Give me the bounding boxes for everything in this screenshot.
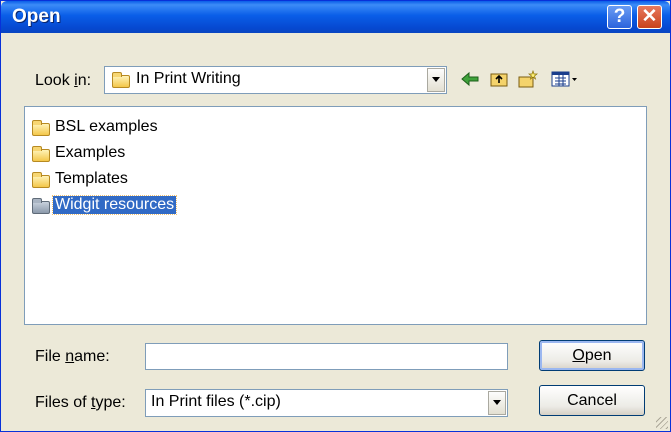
file-name-label-rest: ame: (74, 348, 110, 365)
file-list[interactable]: BSL examples Examples Templates Widgit r… (24, 106, 647, 325)
list-item-label: Examples (55, 144, 126, 161)
file-name-accel: n (65, 348, 75, 365)
file-type-select[interactable]: In Print files (*.cip) (145, 389, 508, 417)
open-button[interactable]: Open (539, 340, 645, 371)
file-name-label: File name: (35, 348, 110, 366)
file-type-label-text: Files of (35, 394, 92, 411)
new-folder-button[interactable] (517, 69, 539, 91)
folder-icon (32, 172, 50, 188)
back-button[interactable] (459, 69, 481, 91)
folder-icon (32, 146, 50, 162)
folder-icon (32, 198, 50, 214)
look-in-label: Look in: (35, 72, 91, 90)
views-menu-button[interactable] (550, 69, 580, 91)
dialog-title: Open (12, 6, 61, 27)
file-name-label-text: File (35, 348, 66, 365)
list-item-label: BSL examples (55, 118, 158, 135)
cancel-label: Cancel (567, 392, 617, 409)
file-type-label: Files of type: (35, 394, 126, 412)
close-button[interactable]: ✕ (637, 5, 662, 29)
folder-icon (112, 72, 130, 88)
list-item-label: Widgit resources (51, 195, 178, 215)
look-in-combo[interactable]: In Print Writing (104, 66, 447, 94)
chevron-down-icon[interactable] (488, 391, 506, 415)
look-in-label-rest: n: (77, 72, 92, 89)
open-label-rest: pen (584, 347, 612, 364)
up-folder-icon (490, 73, 508, 87)
up-folder-button[interactable] (488, 69, 510, 91)
help-button[interactable]: ? (607, 5, 632, 29)
resize-grip[interactable] (656, 417, 668, 429)
new-folder-icon (518, 69, 538, 88)
list-item-label: Templates (55, 170, 128, 187)
file-name-input[interactable] (145, 343, 508, 370)
file-type-label-rest: ype: (95, 394, 126, 411)
folder-icon (32, 120, 50, 136)
open-dialog: Open ? ✕ Look in: In Print Writing BSL e… (0, 0, 671, 432)
title-bar[interactable]: Open ? ✕ (1, 1, 670, 33)
back-arrow-icon (461, 71, 479, 87)
cancel-button[interactable]: Cancel (539, 385, 645, 416)
open-accel: O (572, 347, 585, 364)
look-in-value: In Print Writing (136, 70, 241, 87)
file-type-value: In Print files (*.cip) (151, 393, 281, 410)
chevron-down-icon[interactable] (427, 68, 445, 92)
look-in-label-text: Look (35, 72, 75, 89)
views-menu-icon (551, 71, 577, 87)
